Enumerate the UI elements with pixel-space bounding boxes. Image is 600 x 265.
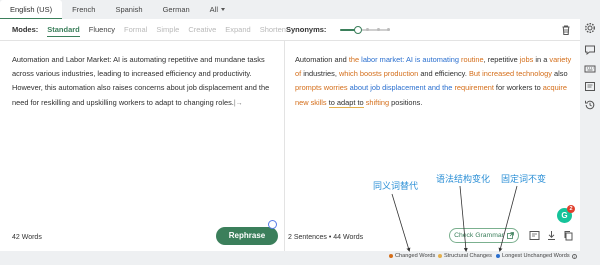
legend-longest-unchanged: Longest Unchanged Words i — [496, 253, 577, 259]
arrow-to-changed-words — [391, 193, 411, 252]
annotation-arrows — [391, 185, 518, 252]
quillbot-paraphraser: English (US) French Spanish German All M… — [0, 0, 600, 265]
legend-changed-words: Changed Words — [389, 253, 435, 259]
legend-dot-longest — [496, 254, 500, 258]
legend-changed-label: Changed Words — [395, 253, 436, 259]
legend-structural-label: Structural Changes — [444, 253, 492, 259]
legend-structural-changes: Structural Changes — [438, 253, 492, 259]
info-icon[interactable]: i — [571, 253, 577, 259]
arrow-to-longest-unchanged — [498, 185, 518, 252]
legend-dot-changed — [389, 254, 393, 258]
legend-dot-structural — [438, 254, 442, 258]
arrow-to-structural-changes — [459, 185, 468, 252]
legend-longest-label: Longest Unchanged Words — [502, 253, 570, 259]
